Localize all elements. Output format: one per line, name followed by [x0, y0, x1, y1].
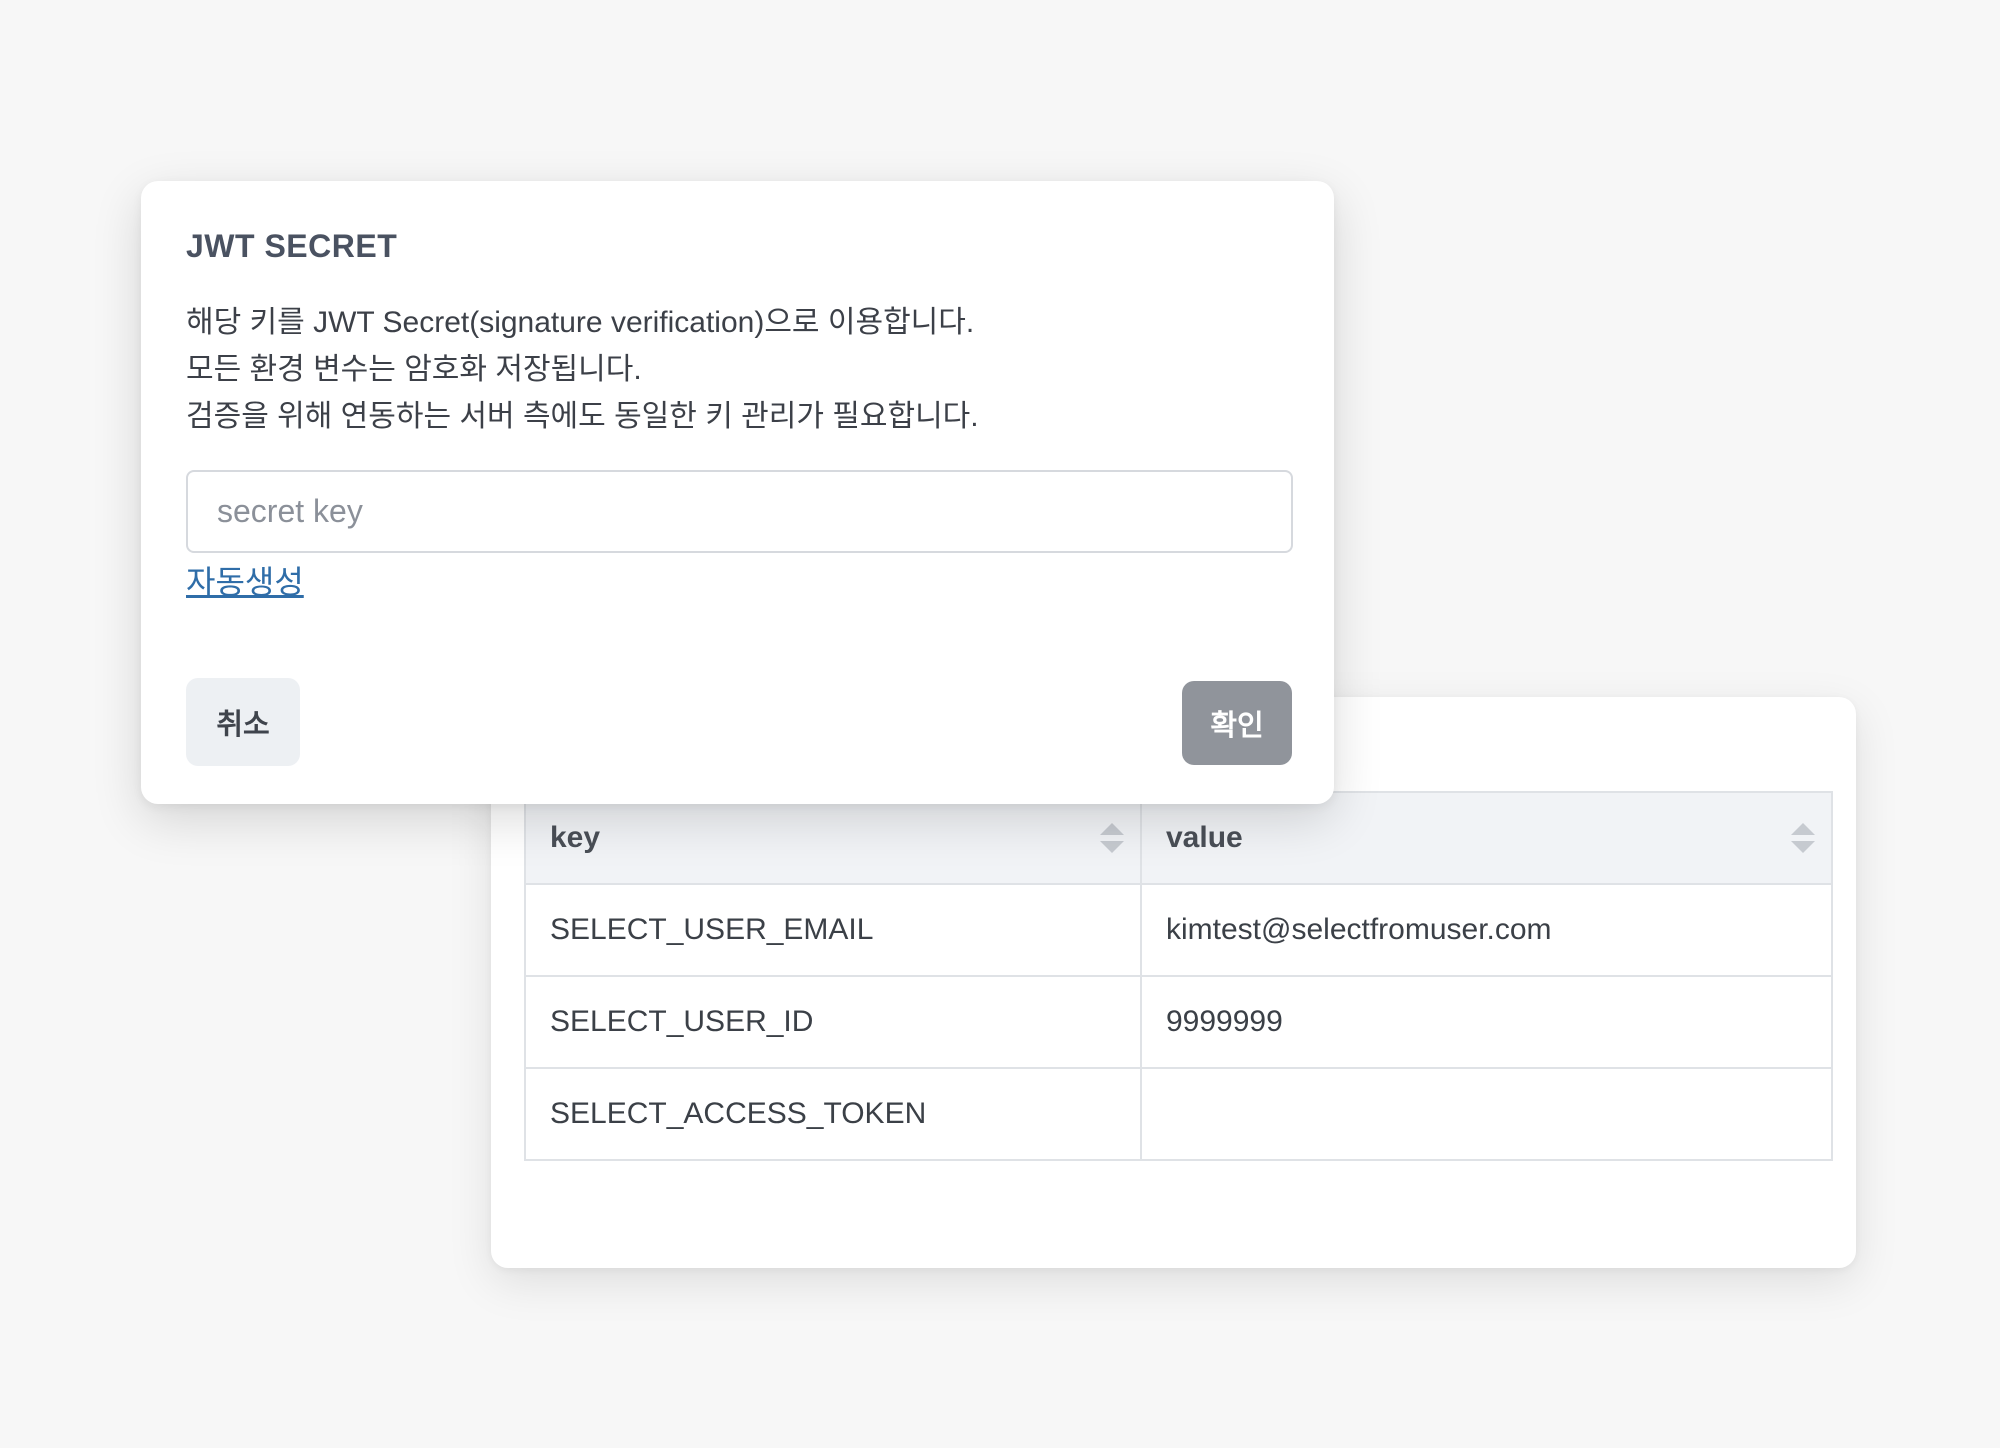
column-header-key-label: key [550, 821, 601, 854]
env-variables-table: key value SELECT_USER_EMAIL kimtest@sele… [524, 791, 1833, 1161]
column-header-value-label: value [1166, 821, 1243, 854]
cell-value: kimtest@selectfromuser.com [1140, 883, 1833, 977]
description-line: 모든 환경 변수는 암호화 저장됩니다. [186, 353, 642, 386]
sort-icon[interactable] [1791, 822, 1815, 854]
column-header-key[interactable]: key [524, 791, 1142, 885]
cancel-button[interactable]: 취소 [186, 678, 300, 766]
cell-key: SELECT_USER_ID [524, 975, 1142, 1069]
cell-value: 9999999 [1140, 975, 1833, 1069]
auto-generate-link[interactable]: 자동생성 [186, 557, 304, 603]
secret-key-input[interactable] [186, 470, 1293, 553]
cell-value [1140, 1067, 1833, 1161]
confirm-button[interactable]: 확인 [1182, 681, 1292, 765]
table-row[interactable]: SELECT_USER_EMAIL kimtest@selectfromuser… [524, 883, 1833, 977]
cell-key: SELECT_ACCESS_TOKEN [524, 1067, 1142, 1161]
table-header-row: key value [524, 791, 1833, 885]
dialog-title: JWT SECRET [186, 228, 398, 264]
table-row[interactable]: SELECT_ACCESS_TOKEN [524, 1067, 1833, 1161]
description-line: 검증을 위해 연동하는 서버 측에도 동일한 키 관리가 필요합니다. [186, 400, 979, 433]
column-header-value[interactable]: value [1140, 791, 1833, 885]
table-row[interactable]: SELECT_USER_ID 9999999 [524, 975, 1833, 1069]
sort-icon[interactable] [1100, 822, 1124, 854]
description-line: 해당 키를 JWT Secret(signature verification)… [186, 306, 975, 339]
cell-key: SELECT_USER_EMAIL [524, 883, 1142, 977]
jwt-secret-dialog: JWT SECRET 해당 키를 JWT Secret(signature ve… [141, 181, 1334, 804]
dialog-description: 해당 키를 JWT Secret(signature verification)… [186, 299, 1286, 440]
